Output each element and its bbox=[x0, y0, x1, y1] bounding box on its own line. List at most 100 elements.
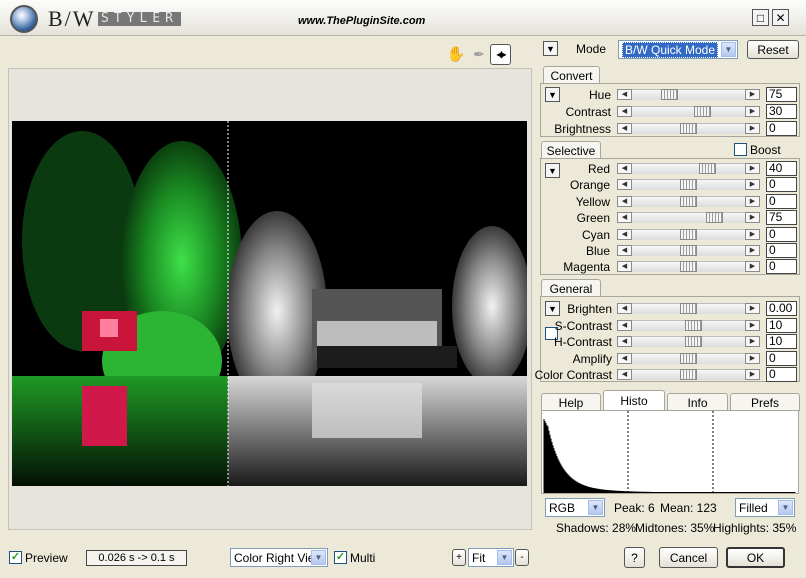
selective-blue-value[interactable]: 0 bbox=[766, 243, 797, 258]
general-s-contrast-value[interactable]: 10 bbox=[766, 317, 797, 333]
selective-magenta-slider-thumb[interactable] bbox=[680, 261, 697, 273]
selective-magenta-slider-left-button[interactable]: ◀ bbox=[617, 261, 632, 273]
general-s-contrast-slider-left-button[interactable]: ◀ bbox=[617, 319, 632, 331]
view-mode-select[interactable]: Color Right View ▼ bbox=[230, 548, 328, 567]
zoom-select[interactable]: Fit ▼ bbox=[468, 548, 514, 567]
convert-hue-slider[interactable] bbox=[617, 89, 760, 100]
general-amplify-slider-left-button[interactable]: ◀ bbox=[617, 352, 632, 364]
selective-red-value[interactable]: 40 bbox=[766, 161, 797, 176]
general-amplify-slider-thumb[interactable] bbox=[680, 352, 697, 364]
tab-general[interactable]: General bbox=[541, 279, 601, 297]
convert-hue-value[interactable]: 75 bbox=[766, 87, 797, 102]
selective-orange-slider-thumb[interactable] bbox=[680, 179, 697, 191]
tab-selective[interactable]: Selective bbox=[541, 141, 601, 159]
general-brighten-value[interactable]: 0.00 bbox=[766, 301, 797, 316]
arrow-left-icon: ◀ bbox=[621, 305, 628, 312]
general-color-contrast-slider-left-button[interactable]: ◀ bbox=[617, 369, 632, 380]
selective-green-slider-right-button[interactable]: ▶ bbox=[745, 212, 760, 224]
selective-orange-slider-right-button[interactable]: ▶ bbox=[745, 179, 760, 191]
general-expander[interactable]: ▼ bbox=[545, 301, 560, 316]
convert-contrast-slider-thumb[interactable] bbox=[694, 106, 711, 117]
selective-yellow-slider-right-button[interactable]: ▶ bbox=[745, 195, 760, 207]
zoom-out-button[interactable]: - bbox=[515, 549, 529, 566]
histo-midtones: Midtones: 35% bbox=[635, 521, 715, 535]
selective-magenta-slider-right-button[interactable]: ▶ bbox=[745, 261, 760, 273]
general-color-contrast-value[interactable]: 0 bbox=[766, 367, 797, 382]
reset-button[interactable]: Reset bbox=[747, 40, 799, 59]
convert-contrast-slider[interactable] bbox=[617, 106, 760, 117]
split-view-tool[interactable]: ◀|▶ bbox=[490, 44, 511, 65]
selective-red-slider-right-button[interactable]: ▶ bbox=[745, 163, 760, 174]
selective-green-slider[interactable] bbox=[617, 212, 760, 224]
general-amplify-slider-right-button[interactable]: ▶ bbox=[745, 352, 760, 364]
zoom-in-button[interactable]: + bbox=[452, 549, 466, 566]
preview-checkbox[interactable]: ✓ bbox=[9, 551, 22, 564]
dropdown-arrow-icon: ▼ bbox=[778, 500, 793, 515]
mode-select-value: B/W Quick Mode bbox=[622, 41, 719, 58]
selective-yellow-value[interactable]: 0 bbox=[766, 193, 797, 209]
convert-brightness-slider-left-button[interactable]: ◀ bbox=[617, 123, 632, 134]
selective-green-value[interactable]: 75 bbox=[766, 210, 797, 226]
selective-blue-slider-thumb[interactable] bbox=[680, 245, 697, 256]
tab-histo[interactable]: Histo bbox=[603, 390, 665, 411]
convert-contrast-slider-right-button[interactable]: ▶ bbox=[745, 106, 760, 117]
general-color-contrast-slider-right-button[interactable]: ▶ bbox=[745, 369, 760, 380]
general-h-contrast-slider-right-button[interactable]: ▶ bbox=[745, 336, 760, 347]
selective-orange-value[interactable]: 0 bbox=[766, 177, 797, 193]
selective-expander[interactable]: ▼ bbox=[545, 163, 560, 178]
convert-hue-slider-left-button[interactable]: ◀ bbox=[617, 89, 632, 100]
selective-yellow-slider-thumb[interactable] bbox=[680, 195, 697, 207]
selective-orange-slider-left-button[interactable]: ◀ bbox=[617, 179, 632, 191]
general-h-contrast-slider-left-button[interactable]: ◀ bbox=[617, 336, 632, 347]
general-brighten-slider-thumb[interactable] bbox=[680, 303, 697, 314]
website-link[interactable]: www.ThePluginSite.com bbox=[298, 15, 425, 27]
color-picker-tool[interactable]: ✒ bbox=[469, 44, 489, 64]
selective-blue-slider-left-button[interactable]: ◀ bbox=[617, 245, 632, 256]
histo-fill-select[interactable]: Filled ▼ bbox=[735, 498, 795, 517]
selective-green-slider-left-button[interactable]: ◀ bbox=[617, 212, 632, 224]
convert-brightness-slider-right-button[interactable]: ▶ bbox=[745, 123, 760, 134]
general-s-contrast-slider-right-button[interactable]: ▶ bbox=[745, 319, 760, 331]
convert-hue-slider-thumb[interactable] bbox=[661, 89, 678, 100]
mode-expander[interactable]: ▼ bbox=[543, 41, 558, 56]
selective-cyan-value[interactable]: 0 bbox=[766, 226, 797, 242]
help-button[interactable]: ? bbox=[624, 547, 645, 568]
convert-brightness-slider-thumb[interactable] bbox=[680, 123, 697, 134]
tab-help[interactable]: Help bbox=[541, 393, 601, 411]
general-h-contrast-value[interactable]: 10 bbox=[766, 334, 797, 349]
selective-blue-slider-right-button[interactable]: ▶ bbox=[745, 245, 760, 256]
boost-checkbox[interactable] bbox=[734, 143, 747, 156]
mode-select[interactable]: B/W Quick Mode ▼ bbox=[618, 40, 738, 59]
ok-button[interactable]: OK bbox=[726, 547, 785, 568]
selective-magenta-value[interactable]: 0 bbox=[766, 259, 797, 275]
close-button[interactable]: ✕ bbox=[772, 9, 789, 26]
selective-yellow-slider-left-button[interactable]: ◀ bbox=[617, 195, 632, 207]
selective-cyan-slider-left-button[interactable]: ◀ bbox=[617, 228, 632, 240]
tab-convert[interactable]: Convert bbox=[543, 66, 600, 84]
selective-red-slider-left-button[interactable]: ◀ bbox=[617, 163, 632, 174]
tab-info[interactable]: Info bbox=[667, 393, 728, 411]
selective-red-slider-thumb[interactable] bbox=[699, 163, 716, 174]
general-color-contrast-slider-thumb[interactable] bbox=[680, 369, 697, 380]
channel-select[interactable]: RGB ▼ bbox=[545, 498, 605, 517]
selective-cyan-slider-thumb[interactable] bbox=[680, 228, 697, 240]
general-s-contrast-slider-thumb[interactable] bbox=[685, 319, 702, 331]
hand-tool[interactable]: ✋ bbox=[446, 44, 466, 64]
tab-prefs[interactable]: Prefs bbox=[730, 393, 800, 411]
selective-red-slider[interactable] bbox=[617, 163, 760, 174]
maximize-button[interactable]: □ bbox=[752, 9, 769, 26]
general-h-contrast-slider-thumb[interactable] bbox=[685, 336, 702, 347]
general-brighten-slider-right-button[interactable]: ▶ bbox=[745, 303, 760, 314]
general-amplify-value[interactable]: 0 bbox=[766, 350, 797, 366]
multi-checkbox[interactable]: ✓ bbox=[334, 551, 347, 564]
convert-hue-slider-right-button[interactable]: ▶ bbox=[745, 89, 760, 100]
cancel-button[interactable]: Cancel bbox=[659, 547, 718, 568]
convert-contrast-slider-left-button[interactable]: ◀ bbox=[617, 106, 632, 117]
general-brighten-slider-left-button[interactable]: ◀ bbox=[617, 303, 632, 314]
preview-image[interactable] bbox=[12, 121, 527, 486]
selective-green-slider-thumb[interactable] bbox=[706, 212, 723, 224]
selective-cyan-slider-right-button[interactable]: ▶ bbox=[745, 228, 760, 240]
convert-expander[interactable]: ▼ bbox=[545, 87, 560, 102]
convert-brightness-value[interactable]: 0 bbox=[766, 121, 797, 136]
convert-contrast-value[interactable]: 30 bbox=[766, 104, 797, 119]
